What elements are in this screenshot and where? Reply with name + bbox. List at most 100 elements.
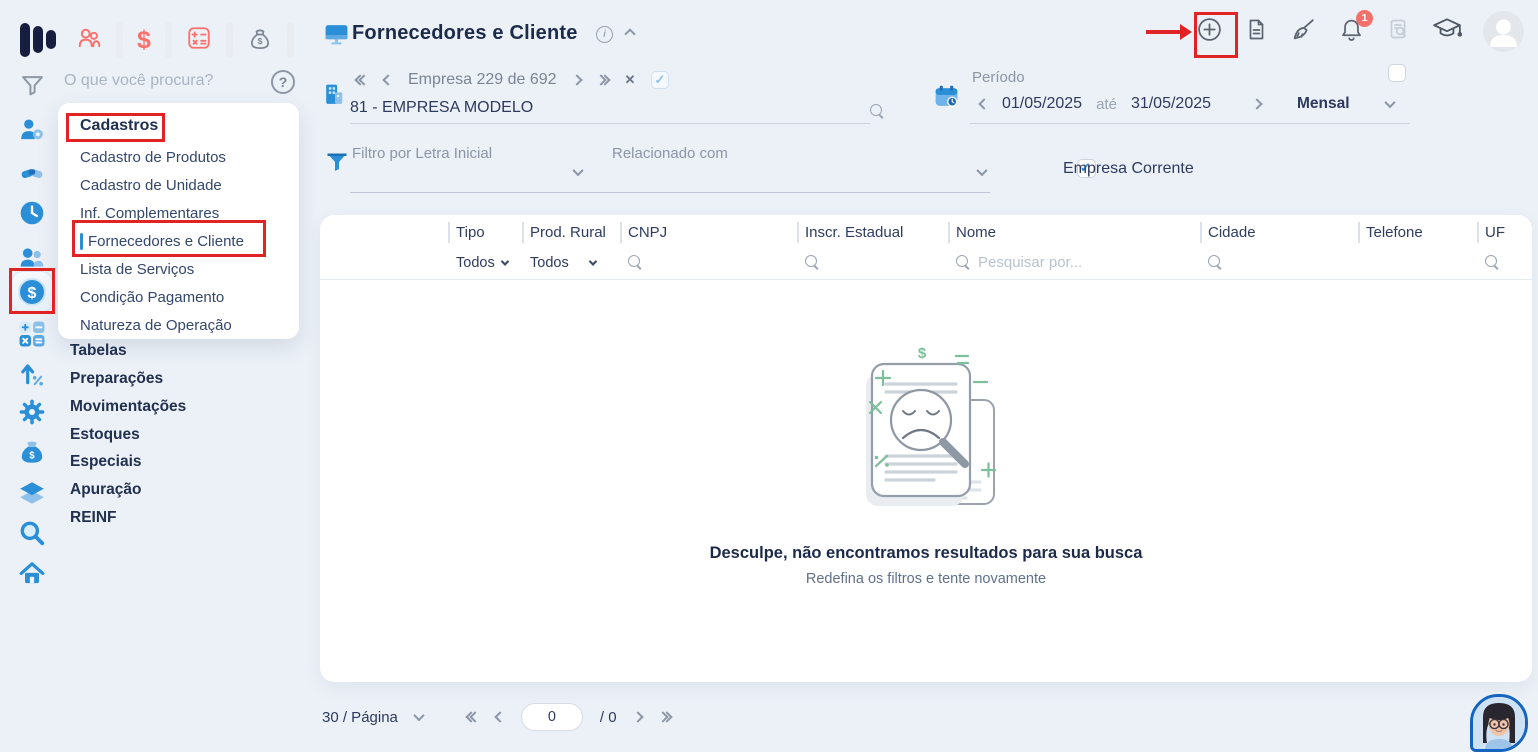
nome-search-input[interactable] bbox=[978, 254, 1128, 271]
company-prev-button[interactable] bbox=[382, 74, 394, 86]
sidebar-section-apuracao[interactable]: Apuração bbox=[70, 481, 142, 499]
sidebar-calculator-icon[interactable] bbox=[18, 320, 46, 348]
filter-uf-search[interactable] bbox=[1477, 247, 1532, 279]
sidebar-user-settings-icon[interactable] bbox=[18, 116, 46, 144]
period-prev-button[interactable] bbox=[978, 98, 990, 110]
column-cidade[interactable]: Cidade bbox=[1200, 215, 1358, 247]
company-clear-icon[interactable] bbox=[625, 71, 636, 89]
sidebar-section-especiais[interactable]: Especiais bbox=[70, 453, 142, 471]
filter-tipo-select[interactable]: Todos bbox=[448, 247, 522, 279]
sidebar-home-icon[interactable] bbox=[18, 560, 46, 588]
period-mode-select[interactable]: Mensal bbox=[1297, 95, 1350, 113]
academy-cap-icon[interactable] bbox=[1432, 15, 1463, 48]
period-start-date[interactable]: 01/05/2025 bbox=[1002, 95, 1082, 113]
filter-inscr-search[interactable] bbox=[797, 247, 948, 279]
company-name[interactable]: 81 - EMPRESA MODELO bbox=[350, 99, 533, 117]
filter-nome-search[interactable] bbox=[948, 247, 1200, 279]
billing-module-icon[interactable]: $ bbox=[137, 28, 151, 53]
next-page-button[interactable] bbox=[631, 711, 644, 723]
notes-icon[interactable] bbox=[1244, 17, 1269, 47]
column-cnpj[interactable]: CNPJ bbox=[620, 215, 797, 247]
column-tipo[interactable]: Tipo bbox=[448, 215, 522, 247]
sidebar-section-reinf[interactable]: REINF bbox=[70, 509, 117, 527]
related-filter-chevron-icon[interactable] bbox=[976, 164, 988, 177]
sidebar-layers-icon[interactable] bbox=[18, 479, 46, 507]
sidebar-search-icon[interactable] bbox=[18, 519, 46, 547]
menu-item-condicao-pagamento[interactable]: Condição Pagamento bbox=[58, 283, 299, 311]
menu-item-cadastro-produtos[interactable]: Cadastro de Produtos bbox=[58, 143, 299, 171]
header-checkbox[interactable] bbox=[1388, 64, 1406, 82]
filter-cidade-search[interactable] bbox=[1200, 247, 1358, 279]
menu-item-lista-servicos[interactable]: Lista de Serviços bbox=[58, 255, 299, 283]
clients-module-icon[interactable] bbox=[76, 25, 102, 56]
column-nome[interactable]: Nome bbox=[948, 215, 1200, 247]
prev-page-button[interactable] bbox=[494, 711, 506, 723]
sidebar-section-tabelas[interactable]: Tabelas bbox=[70, 342, 127, 360]
empty-state: $ Desculpe, não encontramos resultados p… bbox=[320, 280, 1532, 587]
column-uf[interactable]: UF bbox=[1477, 215, 1532, 247]
sidebar-trending-icon[interactable] bbox=[18, 360, 46, 388]
per-page-select[interactable]: 30 / Página bbox=[322, 709, 398, 726]
calculator-module-icon[interactable] bbox=[186, 25, 212, 56]
column-inscr-estadual[interactable]: Inscr. Estadual bbox=[797, 215, 948, 247]
period-until-label: até bbox=[1096, 95, 1117, 113]
search-icon bbox=[628, 255, 643, 270]
results-panel: Tipo Prod. Rural CNPJ Inscr. Estadual No… bbox=[320, 215, 1532, 682]
last-page-button[interactable] bbox=[656, 711, 673, 723]
search-icon bbox=[805, 255, 820, 270]
module-separator bbox=[116, 22, 123, 58]
letter-filter-underline[interactable] bbox=[350, 192, 636, 193]
annotation-arrow-head bbox=[1180, 24, 1192, 40]
assistant-avatar-button[interactable] bbox=[1470, 694, 1528, 752]
moneybag-module-icon[interactable]: $ bbox=[247, 25, 273, 56]
brand-logo[interactable] bbox=[20, 22, 56, 63]
related-filter-underline[interactable] bbox=[610, 192, 990, 193]
company-last-button[interactable] bbox=[594, 74, 611, 86]
sidebar-section-movimentacoes[interactable]: Movimentações bbox=[70, 398, 186, 416]
menu-item-natureza-operacao[interactable]: Natureza de Operação bbox=[58, 311, 299, 339]
company-position-label: Empresa 229 de 692 bbox=[408, 71, 557, 88]
period-mode-chevron-icon[interactable] bbox=[1384, 96, 1396, 109]
sidebar-moneybag-icon[interactable]: $ bbox=[18, 438, 46, 466]
column-telefone[interactable]: Telefone bbox=[1358, 215, 1477, 247]
company-first-button[interactable] bbox=[354, 74, 370, 86]
column-prod-rural[interactable]: Prod. Rural bbox=[522, 215, 620, 247]
sidebar-gear-icon[interactable] bbox=[18, 398, 46, 426]
per-page-chevron-icon[interactable] bbox=[413, 709, 425, 722]
user-avatar[interactable] bbox=[1483, 11, 1524, 52]
broom-icon[interactable] bbox=[1290, 16, 1317, 48]
bell-icon[interactable]: 1 bbox=[1338, 9, 1373, 48]
company-next-button[interactable] bbox=[570, 74, 583, 86]
collapse-chevron-icon[interactable] bbox=[624, 28, 636, 40]
no-results-illustration: $ bbox=[866, 345, 997, 506]
period-end-date[interactable]: 31/05/2025 bbox=[1131, 95, 1211, 113]
page-number-input[interactable] bbox=[520, 703, 583, 731]
sidebar-search-input[interactable] bbox=[64, 72, 254, 90]
sidebar-funnel-icon[interactable] bbox=[20, 73, 45, 103]
related-filter-label: Relacionado com bbox=[612, 145, 728, 162]
period-next-button[interactable] bbox=[1251, 98, 1263, 110]
table-filter-row: Todos Todos bbox=[320, 247, 1532, 280]
company-nav-checkbox[interactable] bbox=[651, 71, 670, 89]
filter-cnpj-search[interactable] bbox=[620, 247, 797, 279]
letter-filter-chevron-icon[interactable] bbox=[572, 164, 584, 177]
sidebar-handshake-icon[interactable] bbox=[18, 158, 46, 186]
first-page-button[interactable] bbox=[465, 711, 481, 723]
company-search-icon[interactable] bbox=[870, 104, 885, 119]
sidebar-section-preparacoes[interactable]: Preparações bbox=[70, 370, 163, 388]
annotation-arrow-line bbox=[1146, 30, 1180, 34]
menu-item-cadastro-unidade[interactable]: Cadastro de Unidade bbox=[58, 171, 299, 199]
help-icon[interactable] bbox=[271, 70, 295, 94]
table-header-row: Tipo Prod. Rural CNPJ Inscr. Estadual No… bbox=[320, 215, 1532, 247]
sidebar-clock-icon[interactable] bbox=[18, 199, 46, 227]
filter-prod-rural-select[interactable]: Todos bbox=[522, 247, 620, 279]
empty-title: Desculpe, não encontramos resultados par… bbox=[709, 544, 1143, 562]
info-icon[interactable] bbox=[596, 26, 613, 43]
annotation-box-add-icon bbox=[1194, 12, 1238, 58]
module-separator bbox=[225, 22, 233, 58]
page-total-label: / 0 bbox=[599, 708, 617, 726]
pagination: 30 / Página / 0 bbox=[322, 703, 673, 731]
svg-text:$: $ bbox=[257, 35, 262, 45]
module-icon-row: $ $ bbox=[76, 22, 294, 58]
sidebar-section-estoques[interactable]: Estoques bbox=[70, 426, 140, 444]
